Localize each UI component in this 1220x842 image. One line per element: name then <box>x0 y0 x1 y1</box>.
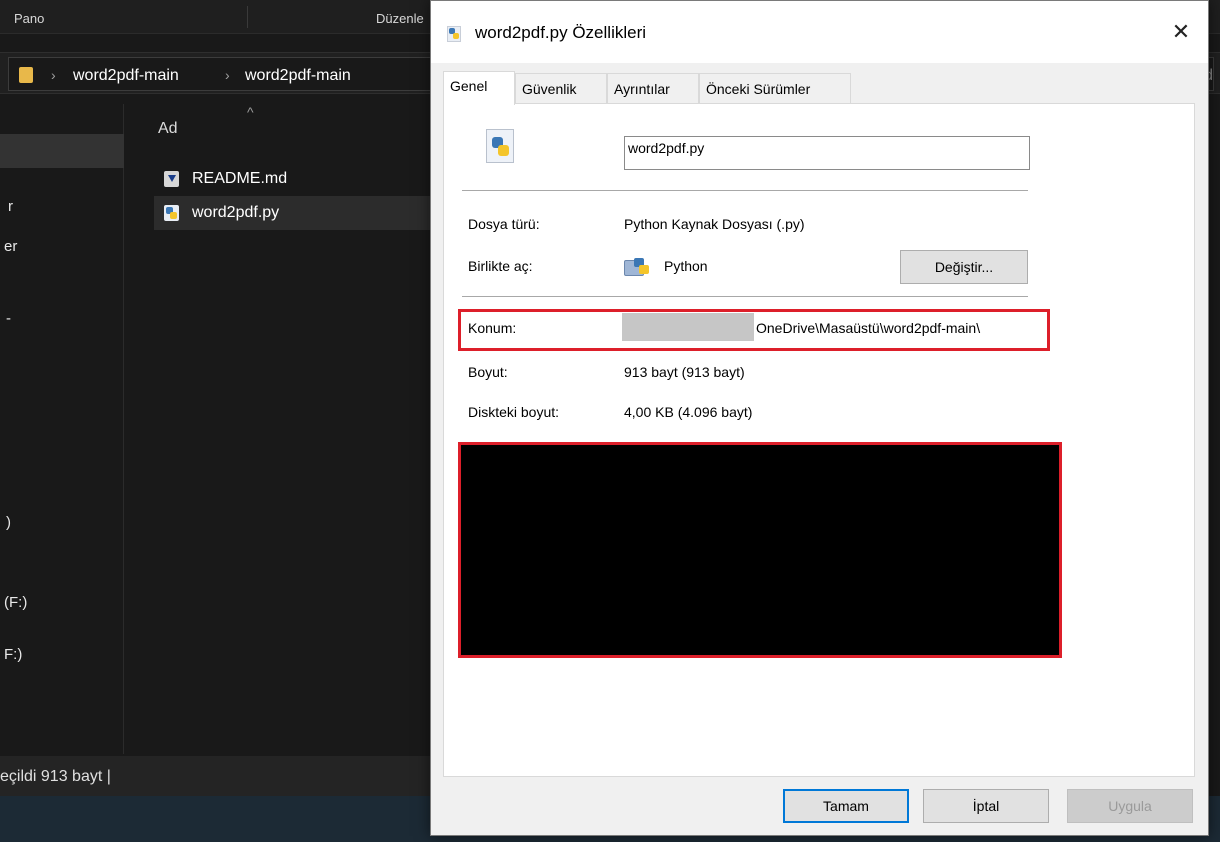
navigation-pane: r er - ) (F:) F:) <box>0 104 124 754</box>
tab-general[interactable]: Genel <box>443 71 515 105</box>
ok-button[interactable]: Tamam <box>783 789 909 823</box>
folder-icon <box>19 67 33 83</box>
disk-size-value: 4,00 KB (4.096 bayt) <box>624 404 753 420</box>
python-file-icon <box>164 205 179 221</box>
size-value: 913 bayt (913 bayt) <box>624 364 745 380</box>
opens-with-value: Python <box>664 258 708 274</box>
close-button[interactable]: ✕ <box>1166 17 1196 47</box>
sort-up-icon: ^ <box>247 104 254 120</box>
divider <box>462 296 1028 297</box>
breadcrumb-item[interactable]: word2pdf-main <box>245 67 351 85</box>
dialog-titlebar[interactable]: word2pdf.py Özellikleri ✕ <box>431 1 1208 63</box>
file-row-selected[interactable]: word2pdf.py <box>154 196 430 230</box>
dialog-title: word2pdf.py Özellikleri <box>475 23 647 42</box>
tab-security[interactable]: Güvenlik <box>515 73 607 103</box>
python-file-icon <box>486 129 514 163</box>
apply-button[interactable]: Uygula <box>1067 789 1193 823</box>
opens-with-label: Birlikte aç: <box>468 258 533 274</box>
nav-item[interactable]: - <box>6 310 11 327</box>
nav-item-drive[interactable]: (F:) <box>4 594 27 611</box>
chevron-right-icon[interactable]: › <box>51 67 56 83</box>
markdown-file-icon <box>164 171 179 187</box>
tab-previous-versions[interactable]: Önceki Sürümler <box>699 73 851 103</box>
file-list: Ad ^ README.md word2pdf.py <box>125 104 430 754</box>
file-type-value: Python Kaynak Dosyası (.py) <box>624 216 805 232</box>
file-row[interactable]: README.md <box>154 162 430 196</box>
ribbon-separator <box>247 6 248 28</box>
general-tab-panel: Dosya türü: Python Kaynak Dosyası (.py) … <box>443 103 1195 777</box>
file-type-label: Dosya türü: <box>468 216 540 232</box>
file-name-input[interactable] <box>624 136 1030 170</box>
change-button[interactable]: Değiştir... <box>900 250 1028 284</box>
status-bar: eçildi 913 bayt | <box>0 756 430 796</box>
nav-item-drive[interactable]: F:) <box>4 646 22 663</box>
tab-details[interactable]: Ayrıntılar <box>607 73 699 103</box>
file-name: README.md <box>192 170 288 187</box>
nav-item[interactable]: er <box>4 238 17 255</box>
nav-selected-item[interactable] <box>0 134 124 168</box>
ribbon-edit-label[interactable]: Düzenle <box>376 11 424 26</box>
properties-dialog: word2pdf.py Özellikleri ✕ Genel Güvenlik… <box>430 0 1209 836</box>
nav-item[interactable]: ) <box>6 514 11 531</box>
divider <box>462 190 1028 191</box>
location-highlight-box <box>458 309 1050 351</box>
disk-size-label: Diskteki boyut: <box>468 404 560 420</box>
name-column-header[interactable]: Ad <box>158 120 178 138</box>
python-app-icon <box>624 256 654 278</box>
python-file-icon <box>447 26 461 42</box>
file-name: word2pdf.py <box>192 204 280 221</box>
redaction-block <box>458 442 1062 658</box>
size-label: Boyut: <box>468 364 508 380</box>
chevron-right-icon[interactable]: › <box>225 67 230 83</box>
cancel-button[interactable]: İptal <box>923 789 1049 823</box>
nav-item[interactable]: r <box>8 198 13 215</box>
breadcrumb-item[interactable]: word2pdf-main <box>73 67 179 85</box>
ribbon-clipboard-label[interactable]: Pano <box>14 11 44 26</box>
status-text: eçildi 913 bayt | <box>0 768 111 785</box>
